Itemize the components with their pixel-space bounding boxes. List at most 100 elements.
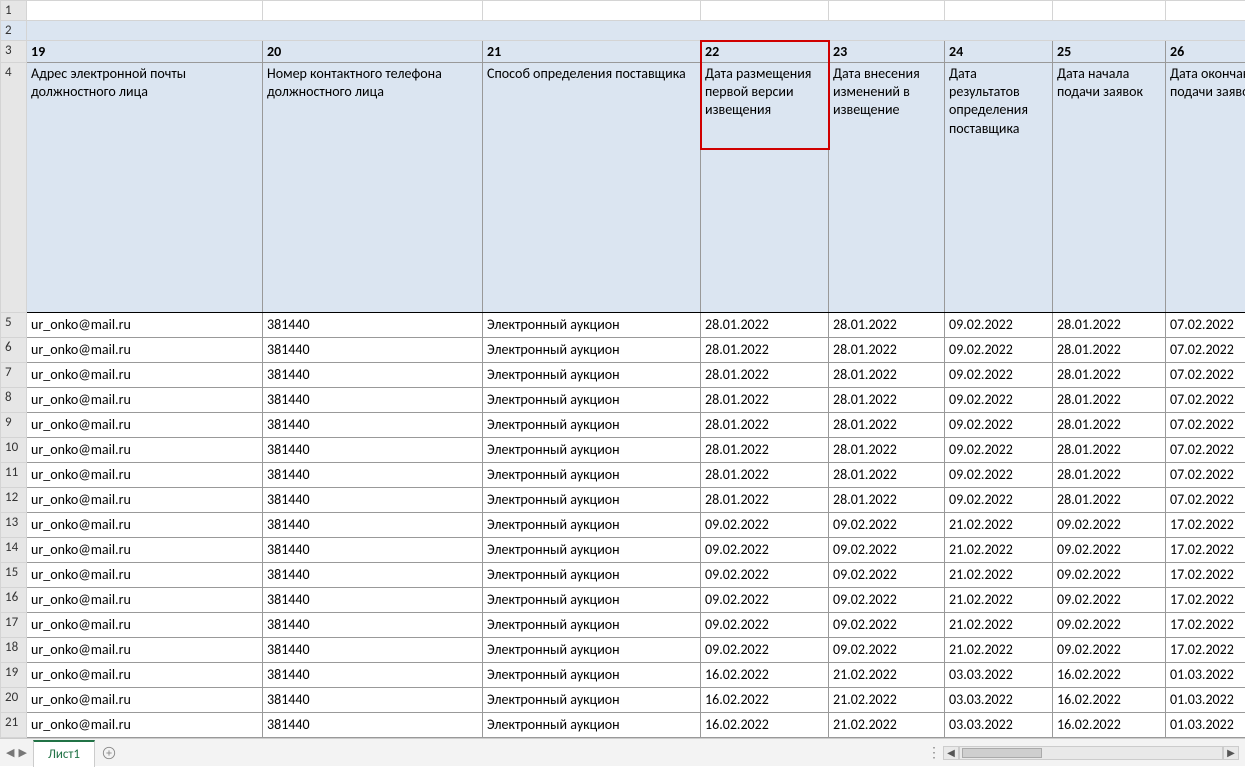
cell[interactable]: 381440 bbox=[263, 313, 483, 338]
cell[interactable]: 09.02.2022 bbox=[945, 413, 1053, 438]
cell[interactable]: 09.02.2022 bbox=[829, 638, 945, 663]
cell[interactable]: 07.02.2022 bbox=[1166, 313, 1245, 338]
cell[interactable]: 03.03.2022 bbox=[945, 688, 1053, 713]
cell[interactable]: 28.01.2022 bbox=[829, 363, 945, 388]
column-number[interactable]: 19 bbox=[27, 41, 263, 63]
cell[interactable] bbox=[483, 1, 701, 21]
cell[interactable]: 28.01.2022 bbox=[829, 463, 945, 488]
cell[interactable]: 381440 bbox=[263, 388, 483, 413]
column-header[interactable]: Адрес электронной почты должностного лиц… bbox=[27, 63, 263, 313]
scroll-left-icon[interactable]: ◀ bbox=[943, 746, 959, 760]
cell[interactable]: ur_onko@mail.ru bbox=[27, 313, 263, 338]
cell[interactable]: 09.02.2022 bbox=[1053, 563, 1166, 588]
row-header[interactable]: 7 bbox=[1, 363, 27, 388]
scrollbar-thumb[interactable] bbox=[962, 748, 1042, 758]
cell[interactable]: ur_onko@mail.ru bbox=[27, 688, 263, 713]
cell[interactable]: Электронный аукцион bbox=[483, 588, 701, 613]
row-header[interactable]: 10 bbox=[1, 438, 27, 463]
row-header[interactable]: 9 bbox=[1, 413, 27, 438]
column-header[interactable]: Дата окончания подачи заявок bbox=[1166, 63, 1245, 313]
cell[interactable]: 07.02.2022 bbox=[1166, 463, 1245, 488]
cell[interactable]: 21.02.2022 bbox=[829, 688, 945, 713]
row-header[interactable]: 1 bbox=[1, 1, 27, 21]
cell[interactable] bbox=[27, 1, 263, 21]
cell[interactable]: 09.02.2022 bbox=[829, 563, 945, 588]
cell[interactable]: Электронный аукцион bbox=[483, 363, 701, 388]
cell[interactable]: 28.01.2022 bbox=[1053, 338, 1166, 363]
row-header[interactable]: 16 bbox=[1, 588, 27, 613]
cell[interactable]: 381440 bbox=[263, 463, 483, 488]
cell[interactable]: ur_onko@mail.ru bbox=[27, 438, 263, 463]
cell[interactable]: ur_onko@mail.ru bbox=[27, 363, 263, 388]
cell[interactable]: 09.02.2022 bbox=[701, 588, 829, 613]
cell[interactable]: Электронный аукцион bbox=[483, 663, 701, 688]
cell[interactable]: 01.03.2022 bbox=[1166, 688, 1245, 713]
cell[interactable]: 09.02.2022 bbox=[945, 463, 1053, 488]
cell[interactable]: 28.01.2022 bbox=[1053, 388, 1166, 413]
cell[interactable]: 381440 bbox=[263, 513, 483, 538]
cell[interactable]: 09.02.2022 bbox=[945, 388, 1053, 413]
cell[interactable]: 16.02.2022 bbox=[1053, 663, 1166, 688]
cell[interactable]: 09.02.2022 bbox=[701, 538, 829, 563]
row-header[interactable]: 11 bbox=[1, 463, 27, 488]
cell[interactable]: 03.03.2022 bbox=[945, 663, 1053, 688]
cell[interactable]: 21.02.2022 bbox=[829, 663, 945, 688]
row-header[interactable]: 12 bbox=[1, 488, 27, 513]
cell[interactable]: 16.02.2022 bbox=[701, 713, 829, 738]
cell[interactable]: Электронный аукцион bbox=[483, 638, 701, 663]
cell[interactable]: 07.02.2022 bbox=[1166, 488, 1245, 513]
cell[interactable]: 17.02.2022 bbox=[1166, 613, 1245, 638]
cell[interactable]: 09.02.2022 bbox=[701, 638, 829, 663]
cell[interactable]: 381440 bbox=[263, 413, 483, 438]
cell[interactable]: 16.02.2022 bbox=[1053, 713, 1166, 738]
spreadsheet-grid[interactable]: 12319202122232425264Адрес электронной по… bbox=[0, 0, 1245, 738]
cell[interactable]: 09.02.2022 bbox=[1053, 538, 1166, 563]
cell[interactable]: 28.01.2022 bbox=[1053, 413, 1166, 438]
cell[interactable]: ur_onko@mail.ru bbox=[27, 713, 263, 738]
column-header[interactable]: Способ определения поставщика bbox=[483, 63, 701, 313]
row-header[interactable]: 3 bbox=[1, 41, 27, 63]
cell[interactable]: 381440 bbox=[263, 363, 483, 388]
cell[interactable]: 28.01.2022 bbox=[829, 413, 945, 438]
cell[interactable]: ur_onko@mail.ru bbox=[27, 563, 263, 588]
cell[interactable]: Электронный аукцион bbox=[483, 613, 701, 638]
cell[interactable]: 09.02.2022 bbox=[945, 363, 1053, 388]
cell[interactable]: 28.01.2022 bbox=[701, 313, 829, 338]
cell[interactable]: 17.02.2022 bbox=[1166, 538, 1245, 563]
cell[interactable]: 07.02.2022 bbox=[1166, 413, 1245, 438]
cell[interactable]: 381440 bbox=[263, 438, 483, 463]
column-number[interactable]: 22 bbox=[701, 41, 829, 63]
tab-next-icon[interactable]: ▶ bbox=[18, 746, 26, 759]
column-header[interactable]: Дата размещения первой версии извещения bbox=[701, 63, 829, 313]
cell[interactable]: 28.01.2022 bbox=[701, 488, 829, 513]
row-header[interactable]: 13 bbox=[1, 513, 27, 538]
column-header[interactable]: Дата результатов определения поставщика bbox=[945, 63, 1053, 313]
cell[interactable]: 09.02.2022 bbox=[945, 438, 1053, 463]
row-header[interactable]: 18 bbox=[1, 638, 27, 663]
cell[interactable]: 01.03.2022 bbox=[1166, 713, 1245, 738]
cell[interactable]: ur_onko@mail.ru bbox=[27, 513, 263, 538]
cell[interactable]: Электронный аукцион bbox=[483, 438, 701, 463]
cell[interactable]: 21.02.2022 bbox=[829, 713, 945, 738]
scrollbar-track[interactable] bbox=[959, 746, 1223, 760]
row-header[interactable]: 19 bbox=[1, 663, 27, 688]
column-number[interactable]: 25 bbox=[1053, 41, 1166, 63]
cell[interactable]: 07.02.2022 bbox=[1166, 388, 1245, 413]
cell[interactable]: 381440 bbox=[263, 613, 483, 638]
cell[interactable]: 09.02.2022 bbox=[701, 513, 829, 538]
row-header[interactable]: 17 bbox=[1, 613, 27, 638]
cell[interactable]: Электронный аукцион bbox=[483, 388, 701, 413]
cell[interactable]: 28.01.2022 bbox=[829, 438, 945, 463]
cell[interactable] bbox=[1053, 1, 1166, 21]
cell[interactable]: Электронный аукцион bbox=[483, 488, 701, 513]
cell[interactable]: 28.01.2022 bbox=[829, 488, 945, 513]
cell[interactable]: 28.01.2022 bbox=[701, 338, 829, 363]
cell[interactable]: 09.02.2022 bbox=[945, 338, 1053, 363]
cell[interactable]: Электронный аукцион bbox=[483, 513, 701, 538]
add-sheet-button[interactable] bbox=[95, 739, 123, 766]
cell[interactable]: ur_onko@mail.ru bbox=[27, 663, 263, 688]
cell[interactable]: 21.02.2022 bbox=[945, 613, 1053, 638]
cell[interactable]: 28.01.2022 bbox=[1053, 488, 1166, 513]
cell[interactable] bbox=[701, 1, 829, 21]
cell[interactable]: 28.01.2022 bbox=[1053, 363, 1166, 388]
